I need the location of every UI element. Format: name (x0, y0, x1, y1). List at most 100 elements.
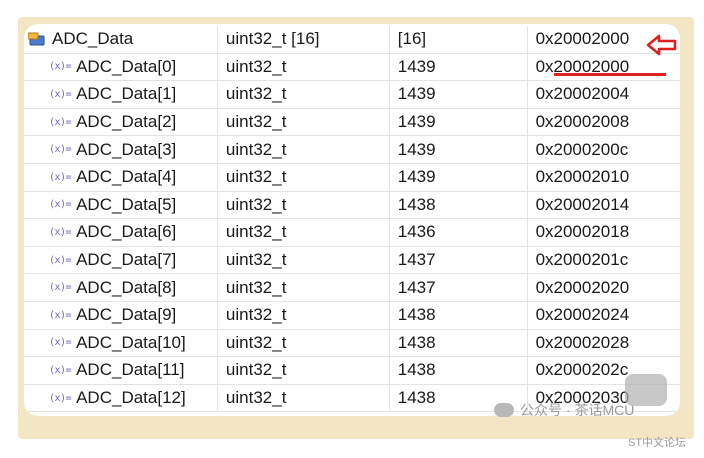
variable-name: ADC_Data[6] (76, 222, 177, 242)
variable-icon: (x)= (49, 144, 72, 156)
watermark: 公众号 · 茶话MCU (494, 400, 634, 420)
variable-name: ADC_Data[8] (76, 277, 177, 297)
variable-name: ADC_Data[2] (76, 112, 177, 132)
variable-icon: (x)= (49, 309, 72, 321)
table-row[interactable]: (x)= ADC_Data[5] uint32_t 1438 0x20002014 (24, 191, 680, 220)
variables-view: ADC_Data uint32_t [16] [16] 0x20002000 (… (24, 24, 680, 416)
variable-icon: (x)= (49, 337, 72, 349)
variable-icon: (x)= (49, 171, 72, 183)
type-cell: uint32_t (217, 108, 390, 137)
value-cell[interactable]: 1439 (389, 135, 528, 164)
variable-icon: (x)= (49, 61, 72, 73)
array-variable-icon (28, 31, 46, 47)
variable-name: ADC_Data[1] (76, 84, 177, 104)
value-cell[interactable]: 1439 (389, 163, 528, 192)
name-cell[interactable]: (x)= ADC_Data[5] (24, 191, 218, 220)
variable-name: ADC_Data[7] (76, 250, 177, 270)
value-cell[interactable]: [16] (389, 26, 528, 54)
name-cell[interactable]: (x)= ADC_Data[0] (24, 53, 218, 82)
name-cell[interactable]: (x)= ADC_Data[12] (24, 384, 218, 413)
variables-table: ADC_Data uint32_t [16] [16] 0x20002000 (… (24, 26, 680, 413)
variable-name: ADC_Data[3] (76, 139, 177, 159)
location-cell: 0x20002000 (527, 53, 680, 82)
variable-name: ADC_Data[5] (76, 194, 177, 214)
name-cell[interactable]: (x)= ADC_Data[6] (24, 218, 218, 247)
variable-icon: (x)= (49, 392, 72, 404)
table-row[interactable]: (x)= ADC_Data[0] uint32_t 1439 0x20002000 (24, 53, 680, 82)
location-cell: 0x20002024 (527, 301, 680, 330)
name-cell[interactable]: (x)= ADC_Data[10] (24, 329, 218, 358)
name-cell[interactable]: (x)= ADC_Data[3] (24, 135, 218, 164)
arrow-left-icon (646, 34, 677, 56)
variable-name: ADC_Data[9] (76, 305, 177, 325)
type-cell: uint32_t [16] (217, 26, 390, 54)
type-cell: uint32_t (217, 191, 390, 220)
value-cell[interactable]: 1437 (389, 273, 528, 302)
name-cell[interactable]: (x)= ADC_Data[8] (24, 273, 218, 302)
variable-icon: (x)= (49, 226, 72, 238)
table-row[interactable]: (x)= ADC_Data[10] uint32_t 1438 0x20002028 (24, 329, 680, 358)
variable-name: ADC_Data[10] (76, 332, 186, 352)
variable-name: ADC_Data[4] (76, 167, 177, 187)
watermark-text: 公众号 · 茶话MCU (520, 402, 635, 418)
variable-icon: (x)= (49, 199, 72, 211)
name-cell[interactable]: (x)= ADC_Data[11] (24, 356, 218, 385)
table-row[interactable]: (x)= ADC_Data[11] uint32_t 1438 0x2000202c (24, 356, 680, 385)
location-cell: 0x20002018 (527, 218, 680, 247)
location-cell: 0x2000200c (527, 135, 680, 164)
name-cell[interactable]: (x)= ADC_Data[2] (24, 108, 218, 137)
type-cell: uint32_t (217, 301, 390, 330)
watermark-subtext: ST中文论坛 (628, 437, 687, 449)
value-cell[interactable]: 1439 (389, 108, 528, 137)
wechat-icon (494, 403, 514, 417)
name-cell[interactable]: (x)= ADC_Data[1] (24, 80, 218, 109)
type-cell: uint32_t (217, 329, 390, 358)
variable-icon: (x)= (49, 282, 72, 294)
location-cell: 0x20002004 (527, 80, 680, 109)
name-cell[interactable]: (x)= ADC_Data[4] (24, 163, 218, 192)
type-cell: uint32_t (217, 246, 390, 275)
name-cell[interactable]: ADC_Data (24, 26, 218, 54)
value-cell[interactable]: 1437 (389, 246, 528, 275)
variable-icon: (x)= (49, 364, 72, 376)
type-cell: uint32_t (217, 273, 390, 302)
type-cell: uint32_t (217, 163, 390, 192)
variable-icon: (x)= (49, 88, 72, 100)
location-cell: 0x20002010 (527, 163, 680, 192)
table-row[interactable]: (x)= ADC_Data[8] uint32_t 1437 0x20002020 (24, 273, 680, 302)
value-cell[interactable]: 1438 (389, 329, 528, 358)
name-cell[interactable]: (x)= ADC_Data[7] (24, 246, 218, 275)
type-cell: uint32_t (217, 218, 390, 247)
table-row[interactable]: (x)= ADC_Data[2] uint32_t 1439 0x20002008 (24, 108, 680, 137)
value-cell[interactable]: 1438 (389, 191, 528, 220)
value-cell[interactable]: 1438 (389, 301, 528, 330)
table-row[interactable]: (x)= ADC_Data[6] uint32_t 1436 0x20002018 (24, 218, 680, 247)
variable-icon: (x)= (49, 116, 72, 128)
location-cell: 0x2000201c (527, 246, 680, 275)
red-underline-annotation (554, 73, 666, 76)
location-cell: 0x20002014 (527, 191, 680, 220)
table-row[interactable]: (x)= ADC_Data[4] uint32_t 1439 0x20002010 (24, 163, 680, 192)
table-row-parent[interactable]: ADC_Data uint32_t [16] [16] 0x20002000 (24, 26, 680, 54)
type-cell: uint32_t (217, 80, 390, 109)
type-cell: uint32_t (217, 135, 390, 164)
value-cell[interactable]: 1438 (389, 356, 528, 385)
value-cell[interactable]: 1439 (389, 80, 528, 109)
type-cell: uint32_t (217, 356, 390, 385)
variable-name: ADC_Data (52, 29, 134, 49)
table-row[interactable]: (x)= ADC_Data[3] uint32_t 1439 0x2000200c (24, 135, 680, 164)
type-cell: uint32_t (217, 384, 390, 413)
location-cell: 0x20002008 (527, 108, 680, 137)
variable-name: ADC_Data[11] (76, 360, 185, 380)
type-cell: uint32_t (217, 53, 390, 82)
table-row[interactable]: (x)= ADC_Data[1] uint32_t 1439 0x20002004 (24, 80, 680, 109)
location-cell: 0x20002028 (527, 329, 680, 358)
table-row[interactable]: (x)= ADC_Data[7] uint32_t 1437 0x2000201c (24, 246, 680, 275)
variable-icon: (x)= (49, 254, 72, 266)
variable-name: ADC_Data[12] (76, 388, 186, 408)
value-cell[interactable]: 1439 (389, 53, 528, 82)
table-row[interactable]: (x)= ADC_Data[9] uint32_t 1438 0x20002024 (24, 301, 680, 330)
value-cell[interactable]: 1436 (389, 218, 528, 247)
name-cell[interactable]: (x)= ADC_Data[9] (24, 301, 218, 330)
variable-name: ADC_Data[0] (76, 56, 177, 76)
